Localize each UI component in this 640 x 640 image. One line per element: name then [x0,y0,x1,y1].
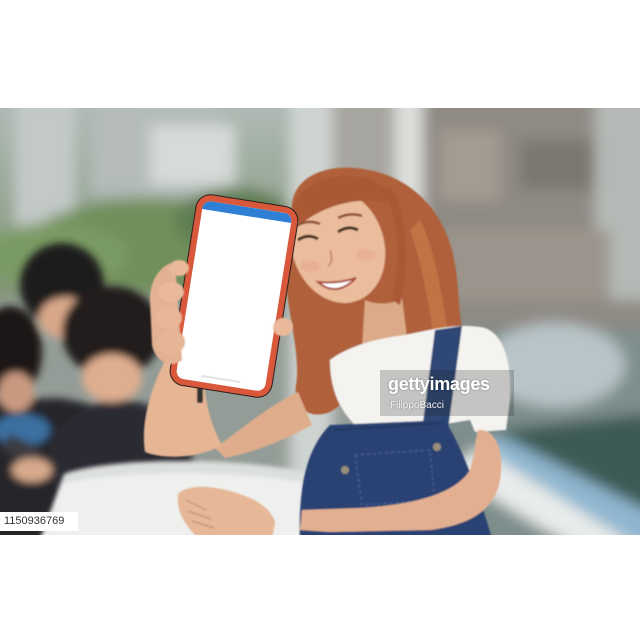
photo-area [0,108,640,535]
getty-watermark: gettyimages FilippoBacci [380,370,514,416]
friend-hand [12,458,52,482]
building-window [520,140,595,190]
finger [158,282,184,302]
wrist-strap [197,387,203,403]
building-window [440,230,610,300]
stock-photo [0,108,640,535]
watermark-brand: gettyimages [388,374,490,394]
finger [157,330,185,354]
finger [156,307,182,329]
cheek [300,260,320,272]
overalls-button [341,466,349,474]
watermark-credit: FilippoBacci [390,400,444,411]
building-window [440,130,500,200]
friend-face [82,354,142,402]
cheek [356,249,376,261]
distant-building [150,125,235,185]
overalls-button [433,443,441,451]
image-id-label: 1150936769 [0,512,78,531]
finger [169,260,189,276]
